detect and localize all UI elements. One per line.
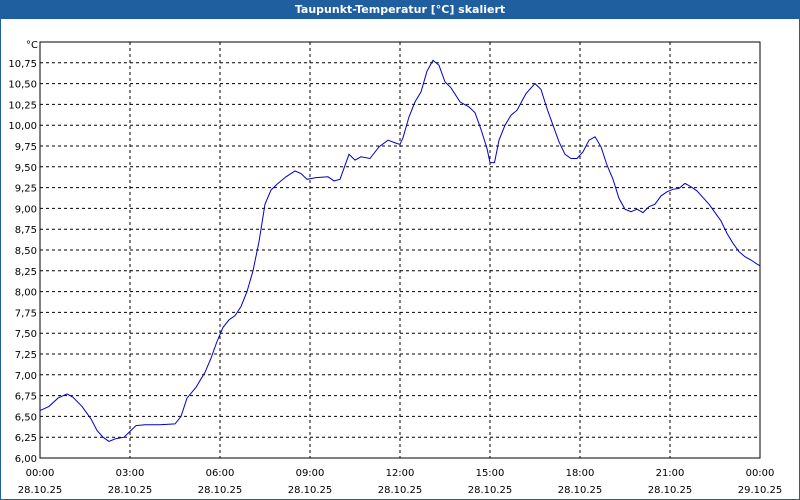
y-tick-label: 10,75	[8, 59, 37, 70]
chart-grid	[40, 42, 760, 458]
y-tick-label: 10,00	[8, 121, 37, 132]
y-tick-label: 8,75	[15, 225, 37, 236]
y-tick-label: 6,25	[15, 433, 37, 444]
x-tick-time-label: 15:00	[476, 468, 505, 479]
y-tick-label: 7,00	[15, 371, 37, 382]
dewpoint-chart: °C 6,00 6,25 6,50 6,75 7,00 7,25 7,50 7,75 8,00 8…	[8, 40, 783, 496]
x-tick-date-label: 28.10.25	[648, 485, 693, 496]
y-tick-label: 8,25	[15, 267, 37, 278]
y-tick-label: 8,00	[15, 288, 37, 299]
x-tick-time-label: 12:00	[386, 468, 415, 479]
y-tick-label: 9,25	[15, 184, 37, 195]
y-tick-label: 7,25	[15, 350, 37, 361]
y-tick-label: 9,75	[15, 142, 37, 153]
y-tick-label: 6,00	[15, 454, 37, 465]
y-tick-label: 9,50	[15, 163, 37, 174]
x-tick-date-label: 28.10.25	[18, 485, 63, 496]
y-tick-label: 10,50	[8, 80, 37, 91]
x-tick-time-label: 00:00	[26, 468, 55, 479]
y-tick-label: 6,50	[15, 412, 37, 423]
x-tick-time-label: 18:00	[566, 468, 595, 479]
x-tick-time-label: 00:00	[746, 468, 775, 479]
y-tick-label: 9,00	[15, 204, 37, 215]
y-tick-label: 8,50	[15, 246, 37, 257]
x-tick-date-label: 28.10.25	[468, 485, 513, 496]
y-tick-label: 6,75	[15, 392, 37, 403]
y-tick-labels: 6,00 6,25 6,50 6,75 7,00 7,25 7,50 7,75 8,00 8,25…	[8, 59, 37, 465]
x-tick-date-label: 28.10.25	[288, 485, 333, 496]
x-tick-time-label: 21:00	[656, 468, 685, 479]
y-tick-label: 7,75	[15, 308, 37, 319]
x-tick-time-label: 09:00	[296, 468, 325, 479]
x-tick-time-label: 06:00	[206, 468, 235, 479]
x-tick-time-label: 03:00	[116, 468, 145, 479]
x-tick-date-label: 28.10.25	[558, 485, 603, 496]
y-tick-label: 10,25	[8, 100, 37, 111]
y-axis-unit-label: °C	[26, 40, 38, 51]
x-tick-date-label: 28.10.25	[378, 485, 423, 496]
x-tick-date-label: 29.10.25	[738, 485, 783, 496]
x-tick-date-label: 28.10.25	[108, 485, 153, 496]
x-tick-date-label: 28.10.25	[198, 485, 243, 496]
y-tick-label: 7,50	[15, 329, 37, 340]
x-tick-labels: 00:00 28.10.25 03:00 28.10.25 06:00 28.10.25 0…	[18, 468, 783, 496]
